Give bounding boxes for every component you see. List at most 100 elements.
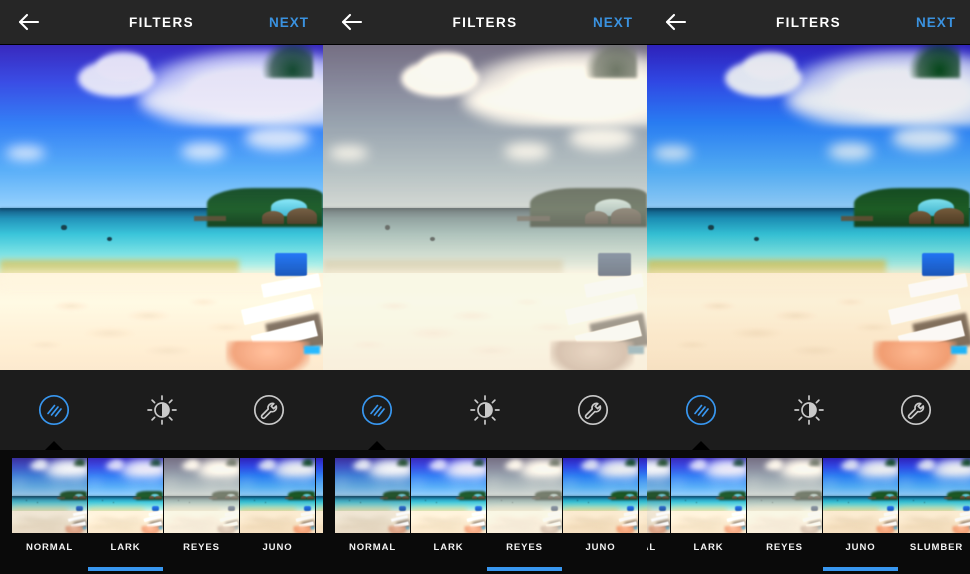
beach-hut xyxy=(554,496,561,500)
filter-item[interactable]: JUNO xyxy=(823,458,899,533)
filter-label: JUNO xyxy=(823,542,898,553)
filter-thumbnail[interactable] xyxy=(487,458,562,533)
photo-preview[interactable] xyxy=(647,45,970,370)
filter-thumbnail[interactable] xyxy=(899,458,970,533)
filter-strip[interactable]: NORMALLARKREYESJUNOSLUMBER xyxy=(323,450,647,574)
tool-lux[interactable] xyxy=(108,370,216,450)
tool-filter[interactable] xyxy=(0,370,108,450)
pier xyxy=(647,497,648,498)
pier xyxy=(209,497,217,498)
cloud xyxy=(187,72,271,106)
beach-sand xyxy=(639,511,647,534)
back-button[interactable] xyxy=(323,0,381,45)
filter-thumbnail[interactable] xyxy=(823,458,898,533)
filter-thumbnail[interactable] xyxy=(639,458,647,533)
foot xyxy=(141,526,161,533)
blue-object xyxy=(818,527,822,529)
filter-strip[interactable]: NORMALLARKREYESJUNOSLUMBER xyxy=(647,450,970,574)
tool-lux[interactable] xyxy=(755,370,863,450)
horizon-line xyxy=(316,496,323,498)
photo-preview[interactable] xyxy=(0,45,323,370)
filter-item[interactable]: JUNO xyxy=(240,458,316,533)
tool-edit[interactable] xyxy=(862,370,970,450)
foot xyxy=(293,526,313,533)
cloud xyxy=(468,477,483,482)
cloud xyxy=(242,481,251,484)
palm-fronds xyxy=(624,458,636,466)
filter-item[interactable]: SLUMBER xyxy=(899,458,970,533)
tool-edit[interactable] xyxy=(215,370,323,450)
beach-hut xyxy=(402,496,409,500)
cloud xyxy=(865,481,876,485)
sun-brightness-icon xyxy=(145,393,179,427)
filter-thumbnail[interactable] xyxy=(316,458,323,533)
back-button[interactable] xyxy=(0,0,58,45)
tool-bar xyxy=(647,370,970,450)
filter-thumbnail[interactable] xyxy=(671,458,746,533)
thumbnail-scene xyxy=(563,458,638,533)
filter-item[interactable]: NORMAL xyxy=(12,458,88,533)
swimmer xyxy=(708,225,713,230)
cloud xyxy=(166,481,175,484)
next-button[interactable]: NEXT xyxy=(916,15,956,30)
back-button[interactable] xyxy=(647,0,705,45)
filter-thumbnail[interactable] xyxy=(647,458,670,533)
foot xyxy=(464,526,484,533)
filter-item[interactable]: REYES xyxy=(487,458,563,533)
filter-item[interactable]: NORMAL xyxy=(647,458,671,533)
filter-item[interactable]: LARK xyxy=(411,458,487,533)
filter-thumbnail[interactable] xyxy=(164,458,239,533)
filter-thumbnail[interactable] xyxy=(88,458,163,533)
filter-thumbnail[interactable] xyxy=(240,458,315,533)
filter-thumbnail[interactable] xyxy=(411,458,486,533)
next-button[interactable]: NEXT xyxy=(269,15,309,30)
cloud xyxy=(206,481,217,485)
pier xyxy=(944,497,952,498)
foot xyxy=(876,526,896,533)
beach-hut xyxy=(307,496,314,500)
horizon-line xyxy=(639,496,647,498)
filter-item[interactable]: REYES xyxy=(164,458,240,533)
beach-hut xyxy=(262,211,285,224)
thumbnail-scene xyxy=(899,458,970,533)
filter-strip[interactable]: NORMALLARKREYESJUNOSLUMBER xyxy=(0,450,323,574)
filter-thumbnail[interactable] xyxy=(335,458,410,533)
filter-label: JUNO xyxy=(563,542,638,553)
cloud xyxy=(263,460,275,466)
filter-item[interactable]: NORMAL xyxy=(335,458,411,533)
sky xyxy=(316,458,323,497)
next-button[interactable]: NEXT xyxy=(593,15,633,30)
filter-thumbnail[interactable] xyxy=(747,458,822,533)
filter-screens-comparison: FILTERSNEXTNORMALLARKREYESJUNOSLUMBERFIL… xyxy=(0,0,970,574)
beach-hut xyxy=(73,496,78,499)
tool-edit[interactable] xyxy=(539,370,647,450)
tool-filter[interactable] xyxy=(647,370,755,450)
thumbnail-scene xyxy=(335,458,410,533)
cloud xyxy=(337,481,346,484)
cloud xyxy=(901,481,910,484)
photo-preview[interactable] xyxy=(323,45,647,370)
tool-filter[interactable] xyxy=(323,370,431,450)
pier xyxy=(57,497,65,498)
photo-scene xyxy=(323,45,647,370)
filter-item[interactable]: LARK xyxy=(671,458,747,533)
filter-thumbnail[interactable] xyxy=(563,458,638,533)
filter-item[interactable]: REYES xyxy=(747,458,823,533)
filter-thumbnail[interactable] xyxy=(12,458,87,533)
tool-lux[interactable] xyxy=(431,370,539,450)
palm-fronds xyxy=(225,458,237,466)
filter-item[interactable]: SLUMBER xyxy=(639,458,647,533)
cloud xyxy=(111,460,123,466)
pier xyxy=(868,497,876,498)
palm-fronds xyxy=(808,458,820,466)
cloud xyxy=(69,477,84,482)
foot xyxy=(952,526,970,533)
cloud xyxy=(181,143,226,160)
filter-item[interactable]: JUNO xyxy=(563,458,639,533)
filter-item[interactable]: LARK xyxy=(88,458,164,533)
filter-item[interactable]: SLUMBER xyxy=(316,458,323,533)
blue-object xyxy=(628,346,644,354)
filter-label: REYES xyxy=(164,542,239,553)
foot xyxy=(540,526,560,533)
beach-hut xyxy=(890,496,897,500)
